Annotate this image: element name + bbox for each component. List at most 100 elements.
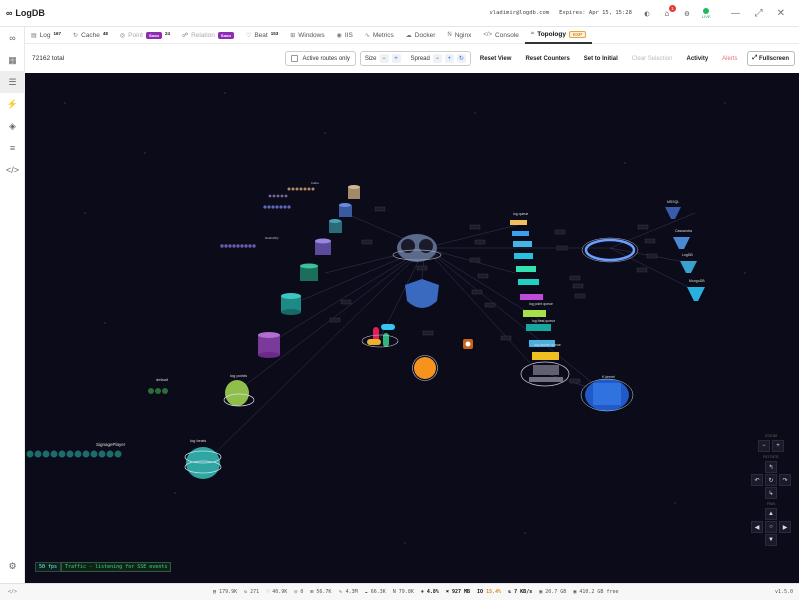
funnel-nodes[interactable]: MSSQL Cassandra LogDB MongoDB: [665, 200, 705, 301]
signage-player-node[interactable]: SignagePlayer: [26, 442, 126, 458]
rotate-up-button[interactable]: ↰: [765, 461, 777, 473]
star-field: [64, 92, 746, 544]
zoom-in-button[interactable]: +: [772, 440, 784, 452]
active-routes-checkbox[interactable]: Active routes only: [285, 51, 356, 66]
minimize-icon[interactable]: —: [731, 8, 741, 19]
activity-button[interactable]: Activity: [681, 51, 713, 66]
clear-selection-button[interactable]: Clear Selection: [627, 51, 678, 66]
cpu-node[interactable]: K kernel: [580, 375, 634, 412]
network-stat: ⇅ 7 KB/s: [508, 589, 533, 595]
soon-badge: Soon: [217, 31, 234, 39]
fullscreen-button[interactable]: ⤢ Fullscreen: [746, 51, 795, 66]
rotate-reset-button[interactable]: ↻: [765, 474, 777, 486]
sidebar-item-events[interactable]: ⚡: [0, 93, 25, 115]
tab-metrics[interactable]: ∿ Metrics: [359, 27, 400, 44]
sidebar-item-security[interactable]: ◈: [0, 115, 25, 137]
sidebar-item-home[interactable]: ∞: [0, 27, 25, 49]
tab-label: IIS: [344, 31, 353, 39]
tab-label: Console: [495, 31, 519, 39]
shield-node[interactable]: [405, 279, 439, 308]
reset-counters-button[interactable]: Reset Counters: [520, 51, 574, 66]
sidebar-item-settings[interactable]: ⚙: [0, 555, 25, 577]
infinity-icon: ∞: [9, 33, 16, 43]
tab-label: Point: [128, 31, 143, 39]
tab-iis[interactable]: ◉ IIS: [331, 27, 359, 44]
pan-left-button[interactable]: ◀: [751, 521, 763, 533]
tab-log[interactable]: ▤ Log 167: [25, 27, 67, 44]
stat-value: 79.8K: [398, 589, 414, 595]
slack-node[interactable]: [361, 324, 399, 348]
rotate-down-button[interactable]: ↳: [765, 487, 777, 499]
iis-icon: ◉: [336, 32, 342, 39]
code-icon[interactable]: </>: [8, 589, 17, 595]
zoom-label: ZOOM: [765, 433, 777, 438]
teal-db-node[interactable]: [281, 293, 301, 315]
orange-sun-node[interactable]: [412, 355, 438, 381]
user-email: vladimir@logdb.com: [489, 10, 550, 16]
tab-label: Relation: [191, 31, 215, 39]
cache-queue-label: log cacher queue: [534, 343, 561, 347]
pan-right-button[interactable]: ▶: [779, 521, 791, 533]
spread-increase-button[interactable]: +: [444, 54, 454, 63]
tab-beat[interactable]: ♡ Beat 153: [240, 27, 284, 44]
tan-db-node[interactable]: [348, 185, 360, 199]
rabbit-label: RabbitMQ: [265, 236, 279, 240]
size-decrease-button[interactable]: −: [379, 54, 389, 63]
notification-badge: 1: [668, 5, 676, 12]
sidebar-item-storage[interactable]: ≡: [0, 137, 25, 159]
log-beats-label: log beats: [190, 438, 206, 443]
small-orange-node[interactable]: [463, 339, 473, 349]
pan-down-button[interactable]: ▼: [765, 534, 777, 546]
bell-icon[interactable]: ⌂ 1: [662, 5, 676, 18]
close-icon[interactable]: ✕: [777, 8, 785, 19]
cpu-value: 4.8%: [426, 589, 439, 595]
purple-db-node[interactable]: [258, 332, 280, 358]
tab-count: 167: [53, 30, 62, 36]
tab-cache[interactable]: ↻ Cache 48: [67, 27, 114, 44]
sidebar-item-dashboard[interactable]: ▦: [0, 49, 25, 71]
topology-icon: ≈: [530, 31, 535, 37]
point-icon: ◎: [119, 32, 126, 39]
gear-cluster-node[interactable]: [520, 361, 570, 387]
alerts-button[interactable]: Alerts: [717, 51, 742, 66]
blue-db-node[interactable]: [339, 203, 352, 217]
title-bar: ∞ LogDB vladimir@logdb.com Expires: Apr …: [0, 0, 799, 27]
pan-up-button[interactable]: ▲: [765, 508, 777, 520]
signage-label: SignagePlayer: [96, 442, 126, 447]
sidebar-item-code[interactable]: </>: [0, 159, 25, 181]
rotate-right-button[interactable]: ↷: [779, 474, 791, 486]
default-node[interactable]: default: [148, 377, 169, 394]
zoom-out-button[interactable]: −: [758, 440, 770, 452]
log-beats-node[interactable]: log beats: [184, 438, 222, 479]
sidebar-item-logs[interactable]: ☰: [0, 71, 25, 93]
topology-canvas[interactable]: SignagePlayer default log beats log poin…: [25, 73, 799, 583]
topology-graph[interactable]: SignagePlayer default log beats log poin…: [25, 73, 799, 583]
ring-node[interactable]: [581, 237, 639, 263]
refresh-icon[interactable]: ↻: [456, 54, 466, 63]
tab-count: 48: [102, 30, 108, 36]
pan-center-button[interactable]: ○: [765, 521, 777, 533]
tab-nginx[interactable]: N Nginx: [441, 27, 477, 44]
settings-icon[interactable]: ⚙: [682, 8, 692, 18]
violet-db-node[interactable]: [315, 238, 331, 256]
tab-topology[interactable]: ≈ Topology EXP: [524, 27, 592, 44]
tab-relation[interactable]: ☍ Relation Soon: [176, 27, 240, 44]
tab-console[interactable]: </> Console: [477, 27, 525, 44]
tab-point[interactable]: ◎ Point Soon 24: [114, 27, 176, 44]
tab-windows[interactable]: ⊞ Windows: [284, 27, 330, 44]
small-db-node[interactable]: [329, 219, 342, 233]
set-initial-button[interactable]: Set to Initial: [579, 51, 623, 66]
rotate-left-button[interactable]: ↶: [751, 474, 763, 486]
maximize-icon[interactable]: ⤢: [755, 8, 763, 19]
tab-label: Metrics: [372, 31, 394, 39]
queue-stack-node[interactable]: log queue log point queue log beat queue…: [510, 212, 561, 360]
tab-docker[interactable]: ☁ Docker: [400, 27, 442, 44]
reset-view-button[interactable]: Reset View: [475, 51, 517, 66]
checkbox-box[interactable]: [291, 55, 299, 62]
green-db-node[interactable]: [300, 263, 318, 282]
size-increase-button[interactable]: +: [391, 54, 401, 63]
theme-toggle-icon[interactable]: ◐: [642, 8, 652, 18]
spread-decrease-button[interactable]: −: [432, 54, 442, 63]
log-points-node[interactable]: log points: [223, 373, 255, 407]
cpu-stat: ⎈ 4.8%: [420, 589, 439, 595]
